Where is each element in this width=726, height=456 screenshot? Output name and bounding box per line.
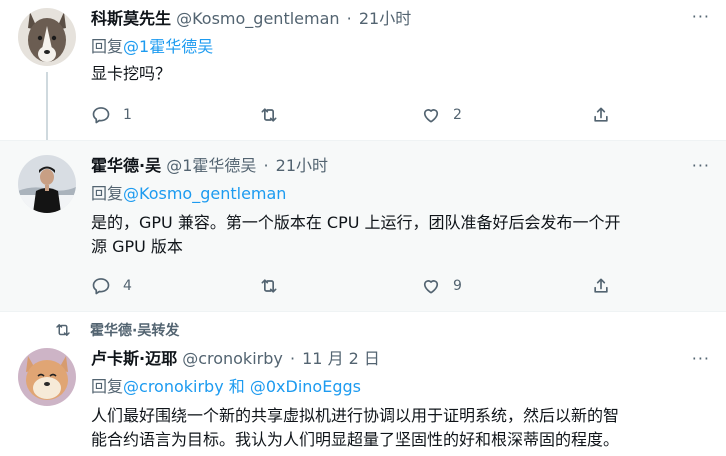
reply-to-link[interactable]: @1霍华德吴 [123, 37, 213, 56]
reply-prefix: 回复 [91, 377, 124, 396]
tweet-text: 显卡挖吗？ [91, 64, 172, 83]
tweet-header: 霍华德·吴 @1霍华德吴 · 21小时 [91, 155, 328, 177]
share-icon [594, 278, 608, 293]
retweeted-by-row: 霍华德·吴转发 [54, 320, 179, 340]
like-count: 9 [453, 278, 462, 294]
share-button[interactable] [591, 104, 611, 126]
separator-dot: · [346, 9, 352, 28]
tweet-lucas[interactable]: 霍华德·吴转发 卢卡斯·迈耶 @cronokirby · 11 月 2 日 ··… [0, 312, 726, 456]
like-count: 2 [453, 107, 462, 123]
reply-to-line: 回复@1霍华德吴 [91, 36, 213, 58]
author-handle[interactable]: @Kosmo_gentleman [176, 9, 339, 28]
like-button[interactable]: 9 [421, 275, 462, 297]
tweet-actions: 4 9 [91, 275, 631, 297]
reply-button[interactable]: 1 [91, 104, 132, 126]
heart-icon [423, 280, 439, 294]
retweet-icon [261, 279, 277, 293]
tweet-actions: 1 2 [91, 104, 631, 126]
more-options-button[interactable]: ··· [692, 158, 710, 174]
like-button[interactable]: 2 [421, 104, 462, 126]
tweet-text: 是的，GPU 兼容。第一个版本在 CPU 上运行，团队准备好后会发布一个开 源 … [91, 211, 701, 259]
tweet-header: 科斯莫先生 @Kosmo_gentleman · 21小时 [91, 8, 411, 30]
separator-dot: · [263, 156, 269, 175]
retweet-icon [261, 108, 277, 122]
reply-count: 4 [123, 278, 132, 294]
reply-and-text: 和 [223, 377, 250, 396]
share-icon [594, 107, 608, 122]
reply-count: 1 [123, 107, 132, 123]
tweet-time[interactable]: 21小时 [276, 156, 328, 175]
author-handle[interactable]: @cronokirby [182, 349, 283, 368]
reply-to-line: 回复@cronokirby 和 @0xDinoEggs [91, 376, 361, 398]
reply-button[interactable]: 4 [91, 275, 132, 297]
reply-to-link[interactable]: @0xDinoEggs [250, 377, 361, 396]
reply-to-line: 回复@Kosmo_gentleman [91, 183, 286, 205]
husky-dog-avatar[interactable] [18, 8, 76, 66]
tweet-text-line: 源 GPU 版本 [91, 237, 183, 256]
shiba-dog-avatar[interactable] [18, 348, 76, 406]
tweet-text-line: 是的，GPU 兼容。第一个版本在 CPU 上运行，团队准备好后会发布一个开 [91, 213, 621, 232]
retweet-button[interactable] [259, 104, 291, 126]
retweeted-by-label[interactable]: 霍华德·吴转发 [90, 320, 179, 340]
thread-connector-line [46, 72, 48, 141]
author-name[interactable]: 霍华德·吴 [91, 156, 161, 175]
author-name[interactable]: 卢卡斯·迈耶 [91, 349, 177, 368]
more-options-button[interactable]: ··· [692, 9, 710, 25]
tweet-howard[interactable]: 霍华德·吴 @1霍华德吴 · 21小时 ··· 回复@Kosmo_gentlem… [0, 141, 726, 311]
reply-to-link[interactable]: @cronokirby [123, 377, 224, 396]
reply-prefix: 回复 [91, 37, 124, 56]
author-name[interactable]: 科斯莫先生 [91, 9, 171, 28]
tweet-text-line: 能合约语言为目标。我认为人们明显超量了坚固性的好和根深蒂固的程度。 [91, 430, 620, 449]
reply-to-link[interactable]: @Kosmo_gentleman [123, 184, 286, 203]
more-options-button[interactable]: ··· [692, 351, 710, 367]
tweet-header: 卢卡斯·迈耶 @cronokirby · 11 月 2 日 [91, 348, 380, 370]
tweet-text: 人们最好围绕一个新的共享虚拟机进行协调以用于证明系统，然后以新的智 能合约语言为… [91, 404, 701, 452]
tweet-time[interactable]: 21小时 [359, 9, 411, 28]
share-button[interactable] [591, 275, 611, 297]
separator-dot: · [289, 349, 296, 368]
retweet-button[interactable] [259, 275, 291, 297]
person-snow-avatar[interactable] [18, 155, 76, 213]
reply-icon [92, 107, 110, 124]
reply-prefix: 回复 [91, 184, 124, 203]
reply-icon [92, 278, 110, 295]
retweet-icon [56, 324, 70, 336]
tweet-kosmo[interactable]: 科斯莫先生 @Kosmo_gentleman · 21小时 ··· 回复@1霍华… [0, 0, 726, 141]
tweet-text-line: 人们最好围绕一个新的共享虚拟机进行协调以用于证明系统，然后以新的智 [91, 406, 620, 425]
heart-icon [423, 109, 439, 123]
author-handle[interactable]: @1霍华德吴 [166, 156, 256, 175]
tweet-time[interactable]: 11 月 2 日 [302, 349, 380, 368]
